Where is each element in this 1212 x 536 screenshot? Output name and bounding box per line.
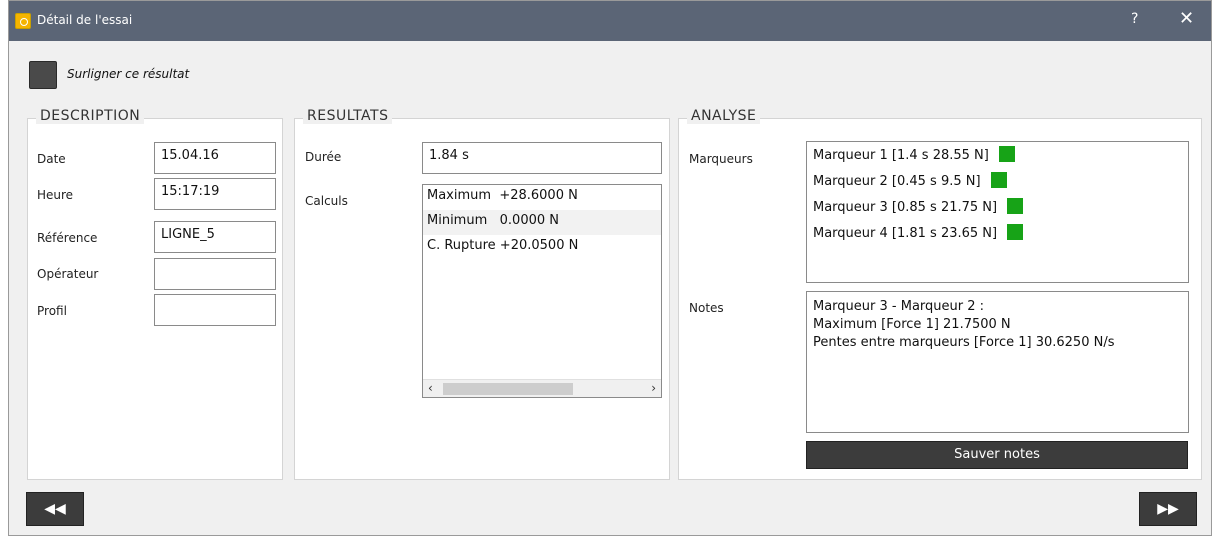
marker-row[interactable]: Marqueur 4 [1.81 s 23.65 N]	[807, 220, 1188, 246]
highlight-toggle-button[interactable]	[29, 61, 57, 89]
date-label: Date	[37, 152, 66, 166]
calculs-list[interactable]: Maximum +28.6000 N Minimum 0.0000 N C. R…	[422, 184, 662, 398]
operateur-label: Opérateur	[37, 267, 99, 281]
date-field[interactable]: 15.04.16	[154, 142, 276, 174]
profil-field[interactable]	[154, 294, 276, 326]
save-notes-button[interactable]: Sauver notes	[806, 441, 1188, 469]
notes-line: Pentes entre marqueurs [Force 1] 30.6250…	[813, 335, 1115, 350]
marker-text: Marqueur 4 [1.81 s 23.65 N]	[813, 226, 998, 241]
resultats-group: RESULTATS Durée 1.84 s Calculs Maximum +…	[294, 108, 670, 480]
notes-line: Marqueur 3 - Marqueur 2 :	[813, 299, 985, 314]
resultats-title: RESULTATS	[303, 108, 393, 124]
marker-color-swatch	[990, 172, 1007, 188]
reference-field[interactable]: LIGNE_5	[154, 221, 276, 253]
marker-text: Marqueur 3 [0.85 s 21.75 N]	[813, 200, 998, 215]
notes-line: Maximum [Force 1] 21.7500 N	[813, 317, 1011, 332]
app-icon	[15, 13, 31, 29]
title-bar: Détail de l'essai ? ✕	[9, 1, 1211, 41]
marker-row[interactable]: Marqueur 1 [1.4 s 28.55 N]	[807, 142, 1188, 168]
operateur-field[interactable]	[154, 258, 276, 290]
help-button[interactable]: ?	[1131, 11, 1138, 27]
notes-label: Notes	[689, 301, 724, 315]
marqueurs-label: Marqueurs	[689, 152, 753, 166]
marker-row[interactable]: Marqueur 2 [0.45 s 9.5 N]	[807, 168, 1188, 194]
scrollbar-thumb[interactable]	[443, 383, 573, 395]
calcul-row[interactable]: Maximum +28.6000 N	[423, 185, 661, 210]
description-title: DESCRIPTION	[36, 108, 145, 124]
duree-field[interactable]: 1.84 s	[422, 142, 662, 174]
scroll-right-icon[interactable]: ›	[651, 381, 656, 395]
calcul-row[interactable]: Minimum 0.0000 N	[423, 210, 661, 235]
notes-textarea[interactable]: Marqueur 3 - Marqueur 2 : Maximum [Force…	[806, 291, 1189, 433]
dialog-window: Détail de l'essai ? ✕ Surligner ce résul…	[8, 0, 1212, 536]
horizontal-scrollbar[interactable]: ‹ ›	[423, 379, 661, 397]
duree-label: Durée	[305, 150, 342, 164]
analyse-title: ANALYSE	[687, 108, 761, 124]
analyse-group: ANALYSE Marqueurs Marqueur 1 [1.4 s 28.5…	[678, 108, 1202, 480]
highlight-label: Surligner ce résultat	[67, 67, 190, 81]
marker-color-swatch	[1007, 224, 1024, 240]
window-title: Détail de l'essai	[37, 13, 133, 27]
calculs-label: Calculs	[305, 194, 348, 208]
scroll-left-icon[interactable]: ‹	[428, 381, 433, 395]
marker-color-swatch	[1007, 198, 1024, 214]
marker-row[interactable]: Marqueur 3 [0.85 s 21.75 N]	[807, 194, 1188, 220]
close-button[interactable]: ✕	[1179, 8, 1194, 29]
reference-label: Référence	[37, 231, 98, 245]
heure-label: Heure	[37, 188, 74, 202]
profil-label: Profil	[37, 304, 67, 318]
marker-text: Marqueur 1 [1.4 s 28.55 N]	[813, 148, 989, 163]
marqueurs-list[interactable]: Marqueur 1 [1.4 s 28.55 N] Marqueur 2 [0…	[806, 141, 1189, 283]
marker-text: Marqueur 2 [0.45 s 9.5 N]	[813, 174, 981, 189]
heure-field[interactable]: 15:17:19	[154, 178, 276, 210]
calcul-row[interactable]: C. Rupture +20.0500 N	[423, 235, 661, 260]
previous-button[interactable]: ◀◀	[26, 492, 84, 526]
next-button[interactable]: ▶▶	[1139, 492, 1197, 526]
description-group: DESCRIPTION Date 15.04.16 Heure 15:17:19…	[27, 108, 283, 480]
marker-color-swatch	[998, 146, 1015, 162]
